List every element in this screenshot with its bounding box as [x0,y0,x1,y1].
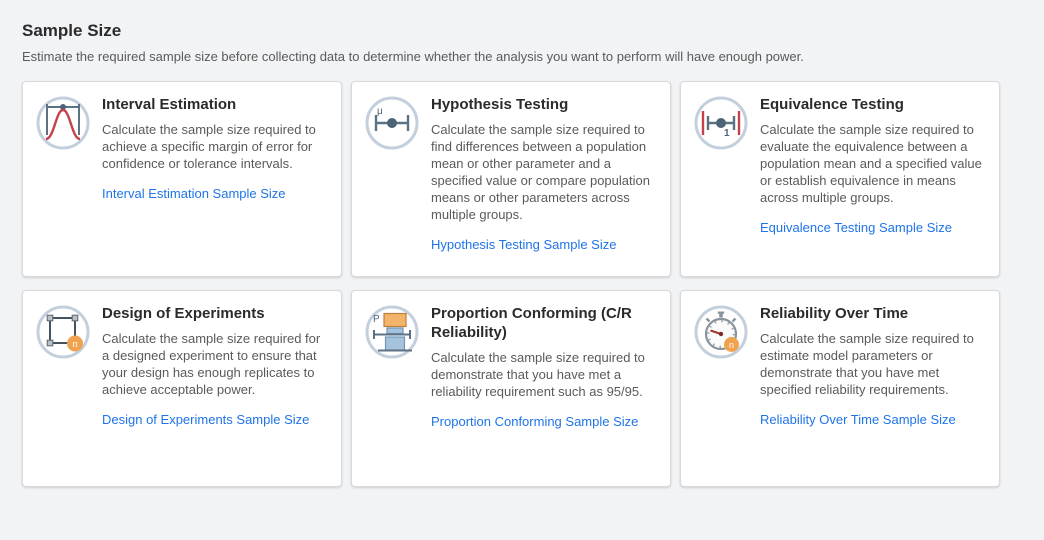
design-of-experiments-sample-size-link[interactable]: Design of Experiments Sample Size [102,412,309,427]
hypothesis-testing-sample-size-link[interactable]: Hypothesis Testing Sample Size [431,237,616,252]
proportion-conforming-icon: P [364,304,420,360]
svg-text:P: P [373,314,380,325]
svg-text:μ: μ [377,106,383,117]
svg-text:n: n [729,340,734,350]
design-of-experiments-icon: n [35,304,91,360]
page-subtitle: Estimate the required sample size before… [22,49,804,64]
card-title: Reliability Over Time [760,304,987,323]
card-description: Calculate the sample size required to ev… [760,121,987,206]
card-body: Proportion Conforming (C/R Reliability) … [431,304,658,431]
reliability-over-time-icon: n [693,304,749,360]
equivalence-testing-sample-size-link[interactable]: Equivalence Testing Sample Size [760,220,952,235]
card-description: Calculate the sample size required to ac… [102,121,329,172]
equivalence-testing-icon: 1 [693,95,749,151]
card-title: Hypothesis Testing [431,95,658,114]
card-equivalence-testing: 1 Equivalence Testing Calculate the samp… [680,81,1000,277]
card-design-of-experiments: n Design of Experiments Calculate the sa… [22,290,342,487]
card-description: Calculate the sample size required to es… [760,330,987,398]
card-reliability-over-time: n Reliability Over Time Calculate the sa… [680,290,1000,487]
svg-text:1: 1 [724,128,730,139]
page-title: Sample Size [22,21,121,41]
card-interval-estimation: Interval Estimation Calculate the sample… [22,81,342,277]
card-description: Calculate the sample size required to de… [431,349,658,400]
sample-size-card-grid: Interval Estimation Calculate the sample… [22,81,1000,487]
card-title: Equivalence Testing [760,95,987,114]
proportion-conforming-sample-size-link[interactable]: Proportion Conforming Sample Size [431,414,638,429]
hypothesis-testing-icon: μ [364,95,420,151]
card-body: Design of Experiments Calculate the samp… [102,304,329,429]
interval-estimation-icon [35,95,91,151]
card-description: Calculate the sample size required for a… [102,330,329,398]
reliability-over-time-sample-size-link[interactable]: Reliability Over Time Sample Size [760,412,956,427]
card-proportion-conforming: P Proportion Conforming (C/R Reliability… [351,290,671,487]
card-body: Hypothesis Testing Calculate the sample … [431,95,658,254]
svg-text:n: n [72,339,77,350]
interval-estimation-sample-size-link[interactable]: Interval Estimation Sample Size [102,186,286,201]
card-title: Design of Experiments [102,304,329,323]
card-body: Interval Estimation Calculate the sample… [102,95,329,203]
card-body: Reliability Over Time Calculate the samp… [760,304,987,429]
card-hypothesis-testing: μ Hypothesis Testing Calculate the sampl… [351,81,671,277]
card-body: Equivalence Testing Calculate the sample… [760,95,987,237]
card-title: Interval Estimation [102,95,329,114]
card-description: Calculate the sample size required to fi… [431,121,658,223]
card-title: Proportion Conforming (C/R Reliability) [431,304,658,342]
